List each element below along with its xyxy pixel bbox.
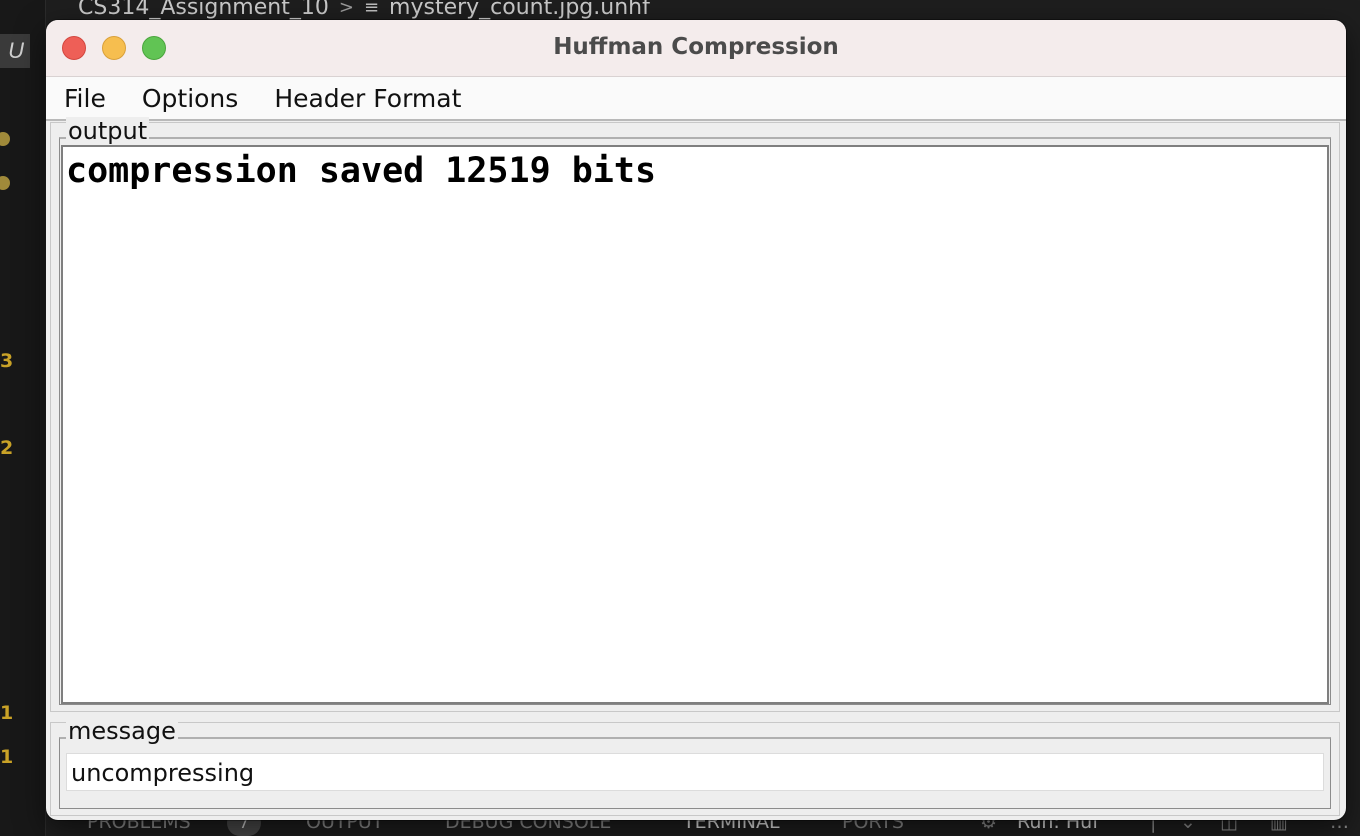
modified-dot-icon (0, 176, 10, 190)
output-group: output compression saved 12519 bits (59, 117, 1331, 705)
menu-bar: File Options Header Format (46, 77, 1346, 121)
message-field[interactable]: uncompressing (66, 753, 1324, 791)
breadcrumb: CS314_Assignment_10 > ≡ mystery_count.jp… (78, 0, 650, 22)
breadcrumb-project[interactable]: CS314_Assignment_10 (78, 0, 329, 20)
huffman-window: Huffman Compression File Options Header … (46, 20, 1346, 820)
file-lines-icon: ≡ (363, 0, 380, 18)
output-panel: output compression saved 12519 bits (50, 117, 1340, 712)
window-title: Huffman Compression (553, 34, 839, 60)
chevron-right-icon: > (338, 0, 354, 18)
menu-header-format[interactable]: Header Format (256, 77, 479, 119)
gutter-count: 2 (0, 437, 14, 459)
message-panel: message uncompressing (50, 717, 1340, 816)
breadcrumb-file[interactable]: mystery_count.jpg.unhf (389, 0, 650, 20)
output-text: compression saved 12519 bits (66, 151, 657, 191)
menu-options[interactable]: Options (124, 77, 256, 119)
message-group: message uncompressing (59, 717, 1331, 809)
gutter-count: 1 (0, 702, 14, 724)
accounts-icon[interactable]: U (0, 34, 30, 68)
gutter-count: 1 (0, 746, 14, 768)
gutter-count: 3 (0, 350, 14, 372)
menu-file[interactable]: File (46, 77, 124, 119)
message-label: message (66, 717, 178, 745)
title-bar[interactable]: Huffman Compression (46, 20, 1346, 77)
output-text-area[interactable]: compression saved 12519 bits (61, 145, 1329, 704)
modified-dot-icon (0, 132, 10, 146)
ide-activity-bar: U 3 2 1 1 (0, 0, 46, 836)
output-label: output (66, 117, 150, 145)
